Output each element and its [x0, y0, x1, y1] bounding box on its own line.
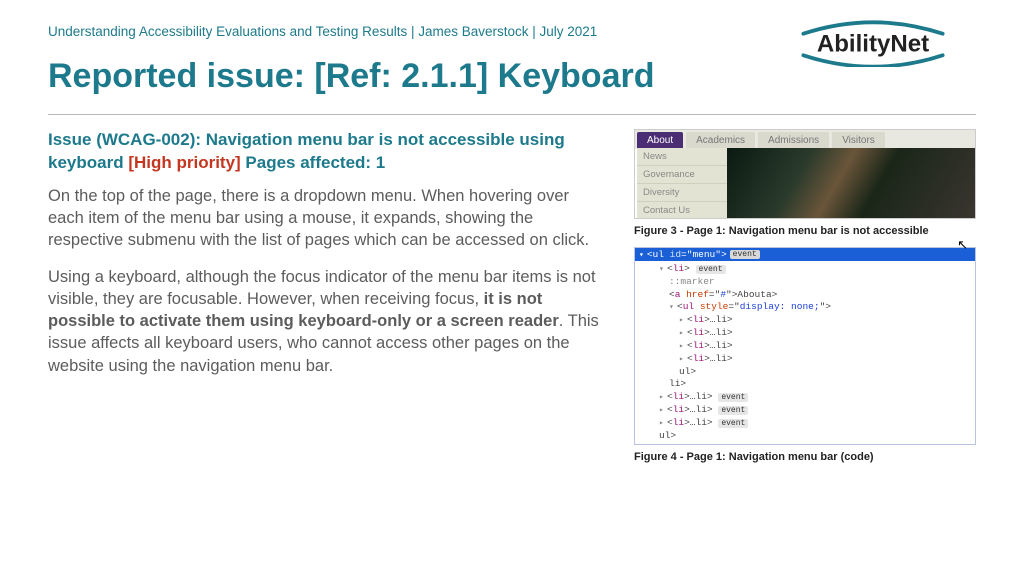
code-row: ▸<li>…li> event: [649, 417, 975, 430]
code-body: ▾<li> event::marker<a href="#">Abouta>▾<…: [635, 261, 975, 444]
paragraph-1: On the top of the page, there is a dropd…: [48, 185, 608, 252]
figure-3-caption: Figure 3 - Page 1: Navigation menu bar i…: [634, 225, 976, 237]
code-row: ▸<li>…li>: [649, 340, 975, 353]
code-row: ▸<li>…li>: [649, 314, 975, 327]
paragraph-2: Using a keyboard, although the focus ind…: [48, 266, 608, 377]
code-row: <a href="#">Abouta>: [649, 289, 975, 302]
code-row: ▾<ul style="display: none;">: [649, 301, 975, 314]
cursor-icon: ↖: [957, 237, 968, 253]
logo-text: AbilityNet: [817, 30, 929, 57]
code-row: ▸<li>…li> event: [649, 404, 975, 417]
figure-3-screenshot: About Academics Admissions Visitors News…: [634, 129, 976, 219]
code-row: ▸<li>…li>: [649, 327, 975, 340]
code-row: li>: [649, 378, 975, 391]
nav-tab-about: About: [637, 132, 683, 149]
submenu-item: Contact Us: [637, 202, 727, 219]
content-columns: Issue (WCAG-002): Navigation menu bar is…: [48, 129, 976, 473]
code-row: ▾<li> event: [649, 263, 975, 276]
submenu-item: Governance: [637, 166, 727, 184]
divider: [48, 114, 976, 115]
nav-tab-visitors: Visitors: [832, 132, 885, 149]
figure-4-code: ▾ <ul id="menu"> event ▾<li> event::mark…: [634, 247, 976, 445]
figure-4-caption: Figure 4 - Page 1: Navigation menu bar (…: [634, 451, 976, 463]
code-row: ▸<li>…li> event: [649, 391, 975, 404]
code-row: ▸<li>…li>: [649, 353, 975, 366]
submenu-item: News: [637, 148, 727, 166]
triangle-down-icon: ▾: [639, 250, 644, 260]
nav-tabs: About Academics Admissions Visitors: [635, 130, 975, 149]
code-selected-row: ▾ <ul id="menu"> event: [635, 248, 975, 261]
left-column: Issue (WCAG-002): Navigation menu bar is…: [48, 129, 608, 473]
logo: AbilityNet: [778, 16, 968, 72]
submenu: News Governance Diversity Contact Us: [637, 148, 727, 219]
issue-heading: Issue (WCAG-002): Navigation menu bar is…: [48, 129, 608, 175]
right-column: About Academics Admissions Visitors News…: [634, 129, 976, 473]
code-row: ::marker: [649, 276, 975, 289]
figure-3: About Academics Admissions Visitors News…: [634, 129, 976, 237]
submenu-item: Diversity: [637, 184, 727, 202]
banner-photo: [727, 148, 975, 218]
nav-tab-academics: Academics: [686, 132, 755, 149]
code-row: ul>: [649, 430, 975, 443]
issue-tail: Pages affected: 1: [245, 153, 385, 172]
nav-tab-admissions: Admissions: [758, 132, 829, 149]
issue-priority: [High priority]: [128, 153, 245, 172]
slide: Understanding Accessibility Evaluations …: [0, 0, 1024, 576]
figure-4: ▾ <ul id="menu"> event ▾<li> event::mark…: [634, 247, 976, 463]
code-row: ul>: [649, 366, 975, 379]
event-badge: event: [730, 250, 760, 259]
